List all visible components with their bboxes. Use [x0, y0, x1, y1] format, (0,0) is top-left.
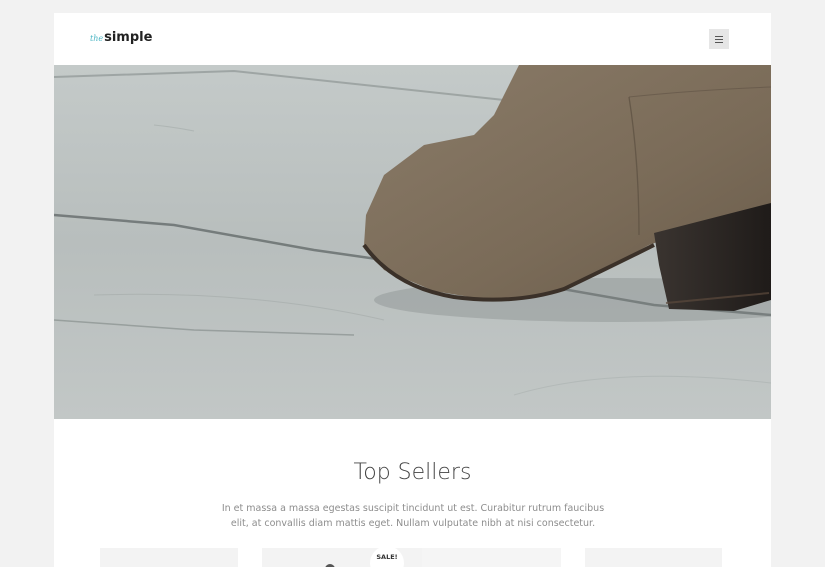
- menu-button[interactable]: [709, 29, 729, 49]
- hamburger-icon: [715, 35, 723, 37]
- hamburger-icon-line: [715, 41, 723, 43]
- logo-prefix: the: [90, 34, 104, 43]
- product-card[interactable]: [422, 548, 561, 567]
- site-header: the simple: [54, 13, 771, 65]
- section-title: Top Sellers: [353, 460, 472, 485]
- logo-wordmark: simple: [104, 30, 153, 45]
- page-container: the simple Top Sellers In et massa a mas…: [54, 13, 771, 567]
- hero-image: [54, 65, 771, 419]
- product-card[interactable]: [100, 548, 238, 567]
- hamburger-icon-line: [715, 38, 723, 40]
- site-logo[interactable]: the simple: [90, 30, 152, 45]
- product-card[interactable]: [585, 548, 722, 567]
- hero-boot-illustration: [54, 65, 771, 419]
- product-grid: [54, 548, 771, 567]
- section-description: In et massa a massa egestas suscipit tin…: [221, 503, 605, 529]
